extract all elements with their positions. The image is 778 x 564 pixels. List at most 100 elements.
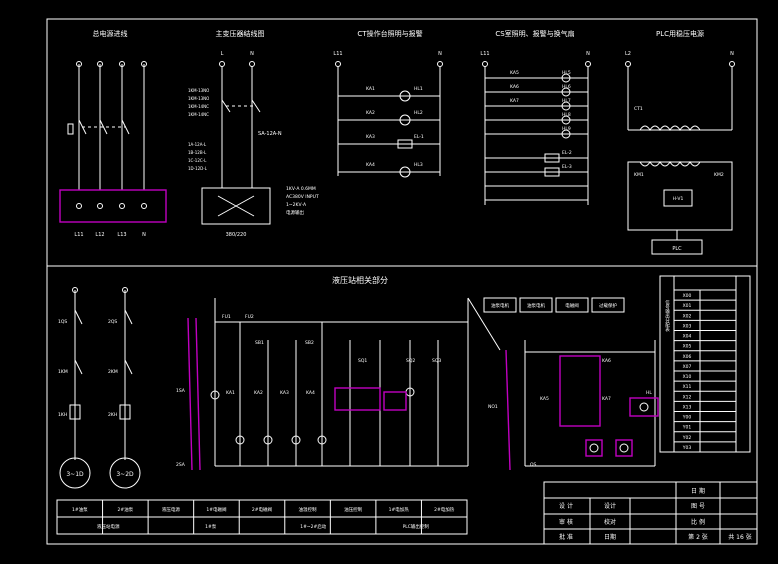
svg-text:HL6: HL6 <box>562 84 571 90</box>
svg-text:1KM-14NC: 1KM-14NC <box>188 112 209 117</box>
svg-text:KA1: KA1 <box>226 390 235 396</box>
svg-text:EL-2: EL-2 <box>562 150 572 156</box>
svg-text:L11: L11 <box>480 51 489 57</box>
relay-box-2 <box>383 391 407 411</box>
strip-cell: 油压控制 <box>344 506 362 513</box>
title-ct-light: CT操作台照明与报警 <box>357 29 422 38</box>
relay-box-1 <box>334 387 381 411</box>
hydraulic-control-ladder: FU1 FU2 SB1 SB2 KA1 KA2 KA3 KA4 SQ1 SQ2 … <box>176 297 501 471</box>
svg-text:KA4: KA4 <box>366 162 375 168</box>
io-table-row: X03 <box>683 323 692 329</box>
ct-light-diagram: L11 N KA1 KA2 KA3 KA4 HL1 HL2 EL-1 HL3 <box>333 51 443 178</box>
svg-text:EL-1: EL-1 <box>414 134 424 140</box>
svg-text:2QS: 2QS <box>108 319 117 325</box>
strip-cell: 油温控制 <box>299 506 317 513</box>
function-box-row: 油泵电机 油泵电机 电磁阀 过载保护 <box>483 297 625 313</box>
svg-text:SQ2: SQ2 <box>406 358 415 364</box>
svg-text:FU2: FU2 <box>245 314 254 320</box>
svg-text:日期: 日期 <box>604 533 616 541</box>
transformer-spec: 电源输出 <box>286 209 304 216</box>
svg-text:KA2: KA2 <box>254 390 263 396</box>
svg-text:HL9: HL9 <box>562 126 571 132</box>
svg-text:1B-12B-L: 1B-12B-L <box>188 150 207 155</box>
io-table-row: Y01 <box>682 425 692 431</box>
svg-text:HL: HL <box>646 390 652 396</box>
drawing-frame <box>46 18 758 545</box>
svg-text:油泵电机: 油泵电机 <box>491 302 509 309</box>
io-table-row: X02 <box>683 313 692 319</box>
title-hydraulic: 液压站相关部分 <box>332 275 388 285</box>
io-table-row: X01 <box>683 303 692 309</box>
main-power-diagram: L11 L12 L13 N <box>59 61 167 238</box>
svg-text:EL-3: EL-3 <box>562 164 572 170</box>
io-table: 信号输出分配表 X00 X01 X02 X03 X04 X05 X06 X07 X10 X11 X1… <box>659 275 751 453</box>
svg-text:SB2: SB2 <box>305 340 314 346</box>
svg-text:380/220: 380/220 <box>226 232 247 238</box>
svg-text:HL3: HL3 <box>414 162 423 168</box>
svg-text:FU1: FU1 <box>222 314 231 320</box>
svg-text:PLC: PLC <box>672 246 682 252</box>
svg-text:1C-12C-L: 1C-12C-L <box>188 158 207 163</box>
svg-text:KA2: KA2 <box>366 110 375 116</box>
title-main-power: 总电源进线 <box>93 29 128 38</box>
svg-text:1A-12A-L: 1A-12A-L <box>188 142 207 147</box>
electrical-schematic-sheet: 总电源进线 主变压器结线图 CT操作台照明与报警 CS室照明、报警与换气扇 PL… <box>46 18 758 545</box>
svg-text:HL5: HL5 <box>562 70 571 76</box>
svg-text:批 准: 批 准 <box>559 533 573 541</box>
cs-light-diagram: L11 N KA5 KA6 KA7 HL5 HL6 HL7 HL8 HL9 EL… <box>480 51 591 205</box>
hydraulic-motor-section: 1QS 2QS 1KM 2KM 1KH 2KH 3~1D 3~2D <box>58 287 141 489</box>
svg-text:KA6: KA6 <box>510 84 519 90</box>
main-power-label: L12 <box>95 232 104 238</box>
svg-text:N: N <box>586 51 590 57</box>
title-cs-light: CS室照明、报警与换气扇 <box>495 29 574 38</box>
svg-text:2SA: 2SA <box>176 462 186 468</box>
io-table-row: X12 <box>683 394 692 400</box>
main-power-label: N <box>142 232 146 238</box>
io-table-row: X05 <box>683 344 692 350</box>
svg-text:过载保护: 过载保护 <box>599 302 617 309</box>
svg-text:KA3: KA3 <box>366 134 375 140</box>
svg-text:1D-12D-L: 1D-12D-L <box>188 166 208 171</box>
svg-text:HL2: HL2 <box>414 110 423 116</box>
svg-text:KA4: KA4 <box>306 390 315 396</box>
svg-text:HL1: HL1 <box>414 86 423 92</box>
io-table-row: X13 <box>683 404 692 410</box>
svg-text:1KM-13NO: 1KM-13NO <box>188 88 209 93</box>
svg-text:HL7: HL7 <box>562 98 571 104</box>
svg-text:KM2: KM2 <box>714 172 724 178</box>
io-table-row: X00 <box>683 293 692 299</box>
strip-cell: 液压电源 <box>162 506 180 513</box>
svg-text:KA1: KA1 <box>366 86 375 92</box>
svg-text:图 号: 图 号 <box>691 503 705 510</box>
io-table-row: X07 <box>683 364 692 370</box>
svg-text:审 核: 审 核 <box>559 518 573 526</box>
svg-text:信号输出分配表: 信号输出分配表 <box>665 299 670 333</box>
svg-text:KA6: KA6 <box>602 358 611 364</box>
strip-cell-row2: 液压站电源 <box>97 523 120 530</box>
svg-text:设 计: 设 计 <box>559 502 573 510</box>
io-table-row: Y02 <box>682 435 692 441</box>
svg-text:KA7: KA7 <box>602 396 611 402</box>
svg-text:电磁阀: 电磁阀 <box>565 302 579 309</box>
transformer-spec: AC380V INPUT <box>286 194 319 200</box>
strip-cell-row2: 1#~2#启动 <box>300 523 327 530</box>
transformer-spec: 1~2KV·A <box>286 202 307 208</box>
svg-text:N: N <box>438 51 442 57</box>
svg-text:N: N <box>250 51 254 57</box>
svg-text:1KH: 1KH <box>58 412 67 418</box>
svg-text:1KM-14NC: 1KM-14NC <box>188 104 209 109</box>
title-plc-power: PLC用稳压电源 <box>656 29 704 38</box>
io-table-row: X10 <box>683 374 692 380</box>
svg-text:1SA: 1SA <box>176 388 186 394</box>
io-table-row: Y00 <box>682 415 692 421</box>
svg-text:1KM-13NO: 1KM-13NO <box>188 96 209 101</box>
svg-text:QS: QS <box>530 462 537 468</box>
svg-text:比 例: 比 例 <box>691 518 705 526</box>
svg-text:HL8: HL8 <box>562 112 571 118</box>
plc-power-diagram: L2 N H-V1 PLC KM1 KM2 CT1 <box>625 51 735 255</box>
lamp-box <box>629 397 659 417</box>
strip-cell-row2: PLC输出控制 <box>403 523 430 530</box>
svg-text:KA7: KA7 <box>510 98 519 104</box>
io-table-row: Y03 <box>682 445 692 451</box>
main-power-label: L13 <box>117 232 126 238</box>
